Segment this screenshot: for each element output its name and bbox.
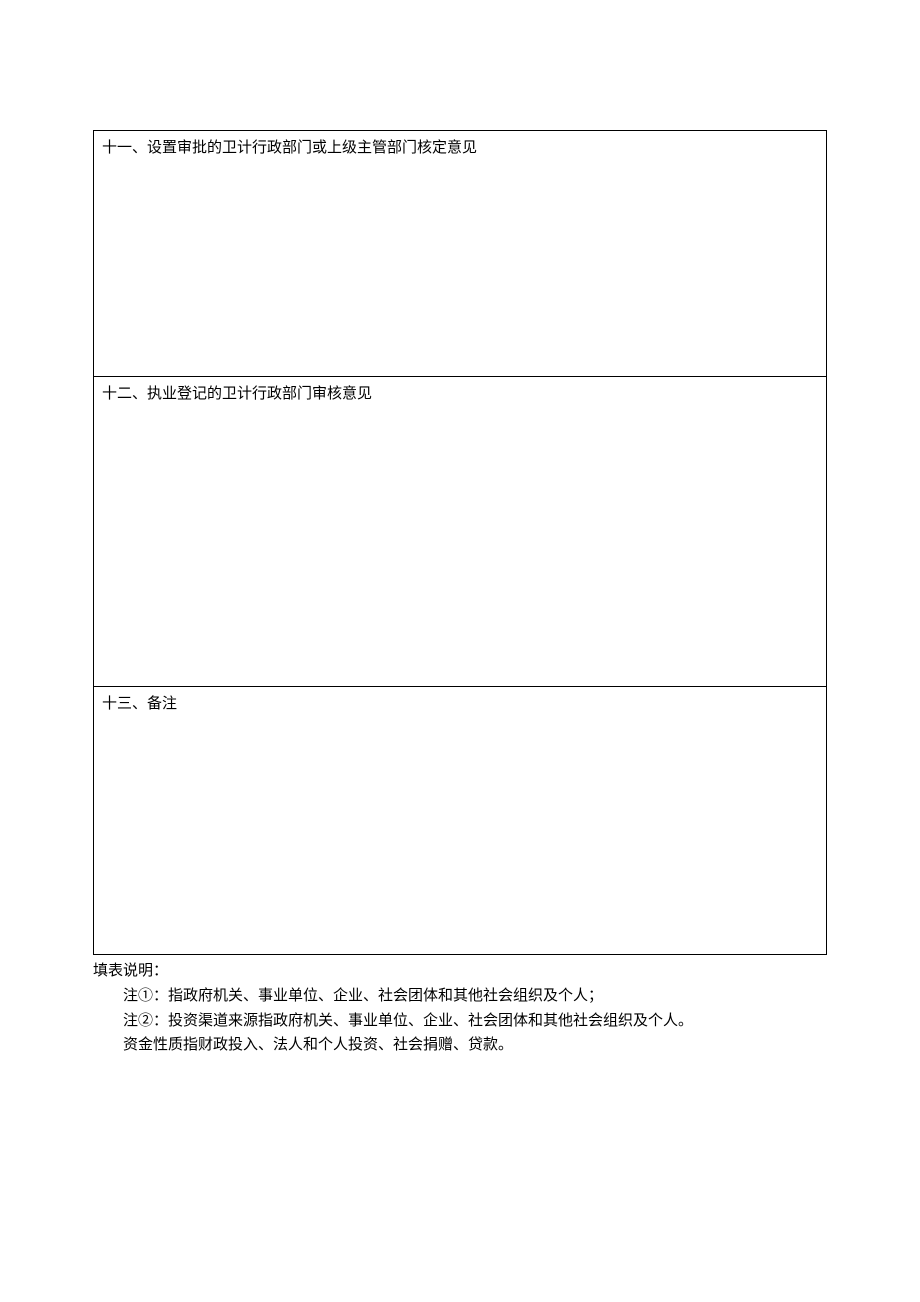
note-2: 注②：投资渠道来源指政府机关、事业单位、企业、社会团体和其他社会组织及个人。 (93, 1009, 827, 1034)
section-12-heading: 十二、执业登记的卫计行政部门审核意见 (102, 386, 372, 402)
note-3: 资金性质指财政投入、法人和个人投资、社会捐赠、贷款。 (93, 1033, 827, 1058)
section-13-heading: 十三、备注 (102, 696, 177, 712)
form-table: 十一、设置审批的卫计行政部门或上级主管部门核定意见 十二、执业登记的卫计行政部门… (93, 130, 827, 955)
section-12-cell: 十二、执业登记的卫计行政部门审核意见 (94, 377, 827, 687)
notes-heading: 填表说明： (93, 959, 827, 984)
section-11-cell: 十一、设置审批的卫计行政部门或上级主管部门核定意见 (94, 131, 827, 377)
section-13-cell: 十三、备注 (94, 687, 827, 955)
section-11-heading: 十一、设置审批的卫计行政部门或上级主管部门核定意见 (102, 140, 477, 156)
notes-section: 填表说明： 注①：指政府机关、事业单位、企业、社会团体和其他社会组织及个人； 注… (93, 959, 827, 1058)
note-1: 注①：指政府机关、事业单位、企业、社会团体和其他社会组织及个人； (93, 984, 827, 1009)
